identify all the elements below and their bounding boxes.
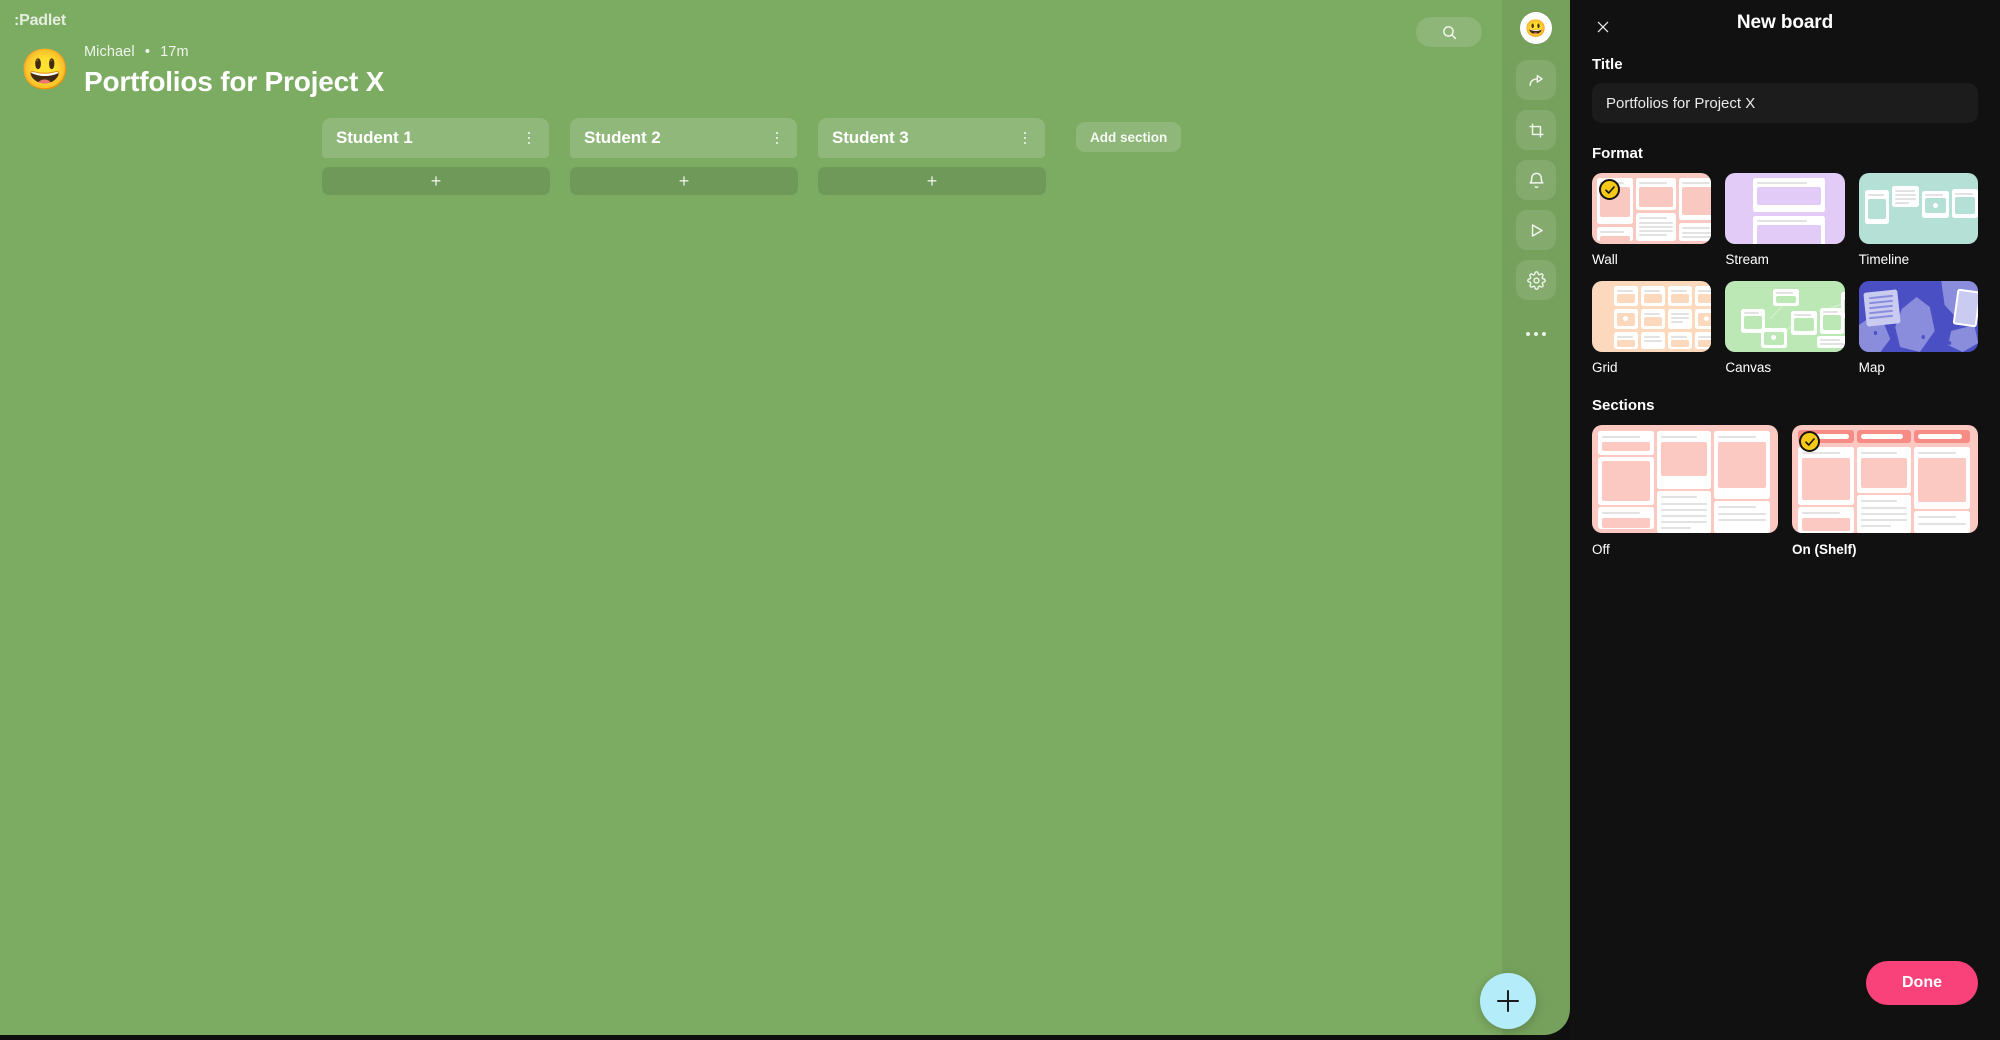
settings-button[interactable] (1516, 260, 1556, 300)
board-author: Michael (84, 44, 135, 60)
section-wrapper: Student 1 (322, 118, 549, 158)
map-thumbnail (1858, 281, 1978, 352)
format-option-label: Canvas (1725, 360, 1772, 375)
format-option-label: Map (1858, 360, 1885, 375)
sections-off-thumbnail (1592, 425, 1778, 533)
format-option-stream[interactable]: Stream (1725, 173, 1845, 267)
section-menu-icon[interactable] (1017, 129, 1033, 147)
add-post-button[interactable]: + (322, 167, 550, 195)
page-title[interactable]: Portfolios for Project X (84, 66, 384, 98)
format-option-canvas[interactable]: Canvas (1725, 281, 1845, 375)
format-options-grid: Wall Stream Timeline Grid Canvas Map (1592, 173, 1978, 375)
search-button[interactable] (1416, 17, 1482, 47)
shelf: Student 1 + Student 2 + Student 3 + Add … (322, 118, 1182, 195)
section-column: Student 2 + (570, 118, 798, 195)
new-board-panel: New board Title Format (1570, 0, 2000, 1040)
board-meta: Michael • 17m (84, 44, 384, 60)
stream-thumbnail (1725, 173, 1845, 244)
board-timestamp: 17m (160, 44, 189, 60)
board-header: 😃 Michael • 17m Portfolios for Project X (20, 44, 384, 98)
sections-on-shelf-thumbnail (1792, 425, 1978, 533)
format-option-map[interactable]: Map (1858, 281, 1978, 375)
section-header[interactable]: Student 1 (322, 118, 549, 158)
panel-header: New board (1570, 0, 2000, 56)
sections-option-label: On (Shelf) (1792, 542, 1857, 557)
wall-thumbnail (1592, 173, 1712, 244)
format-option-label: Wall (1592, 252, 1618, 267)
format-option-label: Stream (1725, 252, 1769, 267)
format-option-wall[interactable]: Wall (1592, 173, 1712, 267)
rail-avatar-emoji: 😃 (1525, 18, 1547, 38)
share-button[interactable] (1516, 60, 1556, 100)
more-icon-dot (1526, 332, 1530, 336)
search-icon (1442, 25, 1456, 39)
more-options-button[interactable] (1516, 314, 1556, 354)
meta-separator: • (144, 44, 150, 60)
format-section-label: Format (1592, 145, 1643, 162)
grid-thumbnail (1592, 281, 1712, 352)
section-column: Student 3 + (818, 118, 1046, 195)
play-icon (1531, 223, 1543, 237)
section-wrapper: Student 3 (818, 118, 1045, 158)
section-title: Student 2 (584, 128, 661, 147)
check-icon (1804, 437, 1815, 446)
share-icon (1528, 74, 1543, 86)
section-title: Student 1 (336, 128, 413, 147)
sections-options-grid: Off On (Shelf) (1592, 425, 1978, 557)
format-option-timeline[interactable]: Timeline (1858, 173, 1978, 267)
done-button[interactable]: Done (1866, 961, 1978, 1005)
panel-footer: Done (1570, 948, 2000, 1040)
notifications-button[interactable] (1516, 160, 1556, 200)
format-option-label: Timeline (1858, 252, 1910, 267)
title-field-label: Title (1592, 56, 1623, 73)
remix-button[interactable] (1516, 110, 1556, 150)
board-title-input[interactable] (1592, 83, 1978, 123)
sections-option-on-shelf[interactable]: On (Shelf) (1792, 425, 1978, 557)
add-post-button[interactable]: + (570, 167, 798, 195)
add-section-button[interactable]: Add section (1076, 122, 1182, 152)
slideshow-button[interactable] (1516, 210, 1556, 250)
rail-avatar[interactable]: 😃 (1520, 12, 1552, 44)
selected-check-badge (1599, 179, 1620, 200)
format-option-grid[interactable]: Grid (1592, 281, 1712, 375)
canvas-thumbnail (1725, 281, 1845, 352)
avatar[interactable]: 😃 (20, 48, 70, 92)
section-menu-icon[interactable] (769, 129, 785, 147)
panel-body: Title Format (1570, 56, 2000, 948)
section-header[interactable]: Student 3 (818, 118, 1045, 158)
gear-icon (1526, 270, 1546, 290)
more-icon-dot (1542, 332, 1546, 336)
section-title: Student 3 (832, 128, 909, 147)
sections-option-off[interactable]: Off (1592, 425, 1778, 557)
timeline-thumbnail (1858, 173, 1978, 244)
padlet-logo[interactable]: :Padlet (14, 12, 66, 30)
section-menu-icon[interactable] (521, 129, 537, 147)
section-wrapper: Student 2 (570, 118, 797, 158)
more-icon-dot (1534, 332, 1538, 336)
app-root: :Padlet 😃 Michael • 17m Portfolios for P… (0, 0, 2000, 1040)
check-icon (1604, 185, 1615, 194)
sections-option-label: Off (1592, 542, 1610, 557)
sections-section-label: Sections (1592, 397, 1655, 414)
add-post-fab[interactable] (1480, 973, 1536, 1029)
bell-icon (1528, 172, 1544, 188)
section-column: Student 1 + (322, 118, 550, 195)
board-canvas[interactable]: :Padlet 😃 Michael • 17m Portfolios for P… (0, 0, 1570, 1035)
panel-title: New board (1736, 12, 1834, 33)
board-toolbar-rail: 😃 (1502, 0, 1570, 1035)
add-post-button[interactable]: + (818, 167, 1046, 195)
remix-icon (1528, 122, 1544, 138)
section-header[interactable]: Student 2 (570, 118, 797, 158)
selected-check-badge (1799, 431, 1820, 452)
format-option-label: Grid (1592, 360, 1618, 375)
